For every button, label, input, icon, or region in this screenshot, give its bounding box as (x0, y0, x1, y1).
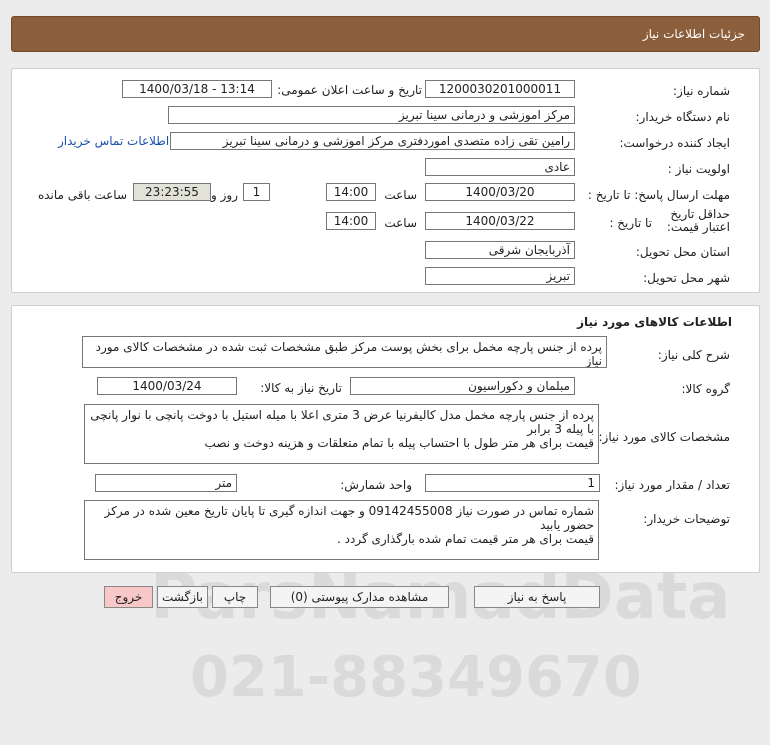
notes-label: توضیحات خریدار: (643, 512, 730, 526)
validity-time-label: ساعت (384, 216, 417, 230)
deadline-date-field: 1400/03/20 (425, 183, 575, 201)
remaining-time-field: 23:23:55 (133, 183, 211, 201)
print-button[interactable]: چاپ (212, 586, 258, 608)
summary-field: پرده از جنس پارچه مخمل برای بخش پوست مرک… (82, 336, 607, 368)
unit-label: واحد شمارش: (340, 478, 412, 492)
need-date-label: تاریخ نیاز به کالا: (260, 381, 342, 395)
group-label: گروه کالا: (681, 382, 731, 396)
province-field: آذربایجان شرقی (425, 241, 575, 259)
days-label: روز و (211, 188, 238, 202)
need-number-label: شماره نیاز: (673, 84, 730, 98)
validity-label: حداقل تاریخ اعتبار قیمت: (666, 207, 730, 234)
qty-label: تعداد / مقدار مورد نیاز: (614, 478, 730, 492)
city-field: تبریز (425, 267, 575, 285)
buyer-org-label: نام دستگاه خریدار: (635, 110, 731, 124)
deadline-time-label: ساعت (384, 188, 417, 202)
province-label: استان محل تحویل: (635, 245, 730, 259)
goods-section-title: اطلاعات کالاهای مورد نیاز (577, 315, 732, 329)
reply-button[interactable]: پاسخ به نیاز (474, 586, 600, 608)
page-header: جزئیات اطلاعات نیاز (11, 16, 760, 52)
validity-date-field: 1400/03/22 (425, 212, 575, 230)
notes-field: شماره تماس در صورت نیاز 09142455008 و جه… (84, 500, 599, 560)
buyer-contact-link[interactable]: اطلاعات تماس خریدار (58, 134, 169, 148)
need-number-field: 1200030201000011 (425, 80, 575, 98)
watermark-phone: 021-88349670 (190, 645, 642, 710)
priority-label: اولویت نیاز : (667, 162, 730, 176)
announce-label: تاریخ و ساعت اعلان عمومی: (277, 83, 422, 97)
qty-field: 1 (425, 474, 600, 492)
remaining-label: ساعت باقی مانده (37, 188, 127, 202)
deadline-label: مهلت ارسال پاسخ: تا تاریخ : (587, 188, 730, 202)
city-label: شهر محل تحویل: (643, 271, 730, 285)
back-button[interactable]: بازگشت (157, 586, 208, 608)
group-field: مبلمان و دکوراسیون (350, 377, 575, 395)
deadline-time-field: 14:00 (326, 183, 376, 201)
summary-label: شرح کلی نیاز: (657, 348, 730, 362)
validity-time-field: 14:00 (326, 212, 376, 230)
need-date-field: 1400/03/24 (97, 377, 237, 395)
creator-field: رامین تقی زاده متصدی اموردفتری مرکز اموز… (170, 132, 575, 150)
unit-field: متر (95, 474, 237, 492)
specs-label: مشخصات کالای مورد نیاز: (598, 430, 730, 444)
days-remaining-field: 1 (243, 183, 270, 201)
attachments-button[interactable]: مشاهده مدارک پیوستی (0) (270, 586, 449, 608)
specs-field: پرده از جنس پارچه مخمل مدل کالیفرنیا عرض… (84, 404, 599, 464)
validity-to-label: تا تاریخ : (609, 216, 652, 230)
need-info-panel (11, 68, 760, 293)
priority-field: عادی (425, 158, 575, 176)
page-title: جزئیات اطلاعات نیاز (642, 27, 745, 41)
announce-field: 1400/03/18 - 13:14 (122, 80, 272, 98)
exit-button[interactable]: خروج (104, 586, 153, 608)
creator-label: ایجاد کننده درخواست: (619, 136, 730, 150)
buyer-org-field: مرکز اموزشی و درمانی سینا تبریز (168, 106, 575, 124)
